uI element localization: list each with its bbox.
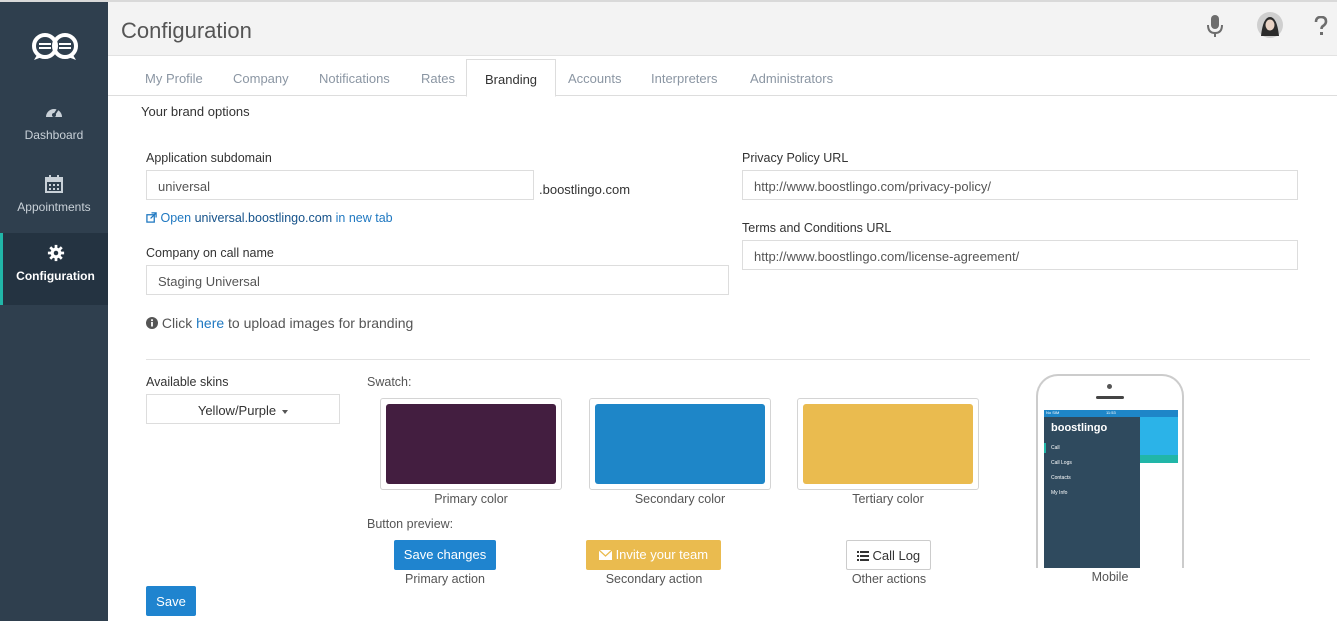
sidebar: Dashboard Appointments Configuration — [0, 2, 108, 621]
sidebar-item-label: Configuration — [16, 269, 95, 283]
tab-rates[interactable]: Rates — [421, 71, 455, 86]
phone-menu-item: Contacts — [1051, 475, 1071, 481]
phone-carrier: No SIM — [1046, 410, 1060, 415]
secondary-preview-button[interactable]: Invite your team — [586, 540, 721, 570]
info-icon — [146, 317, 158, 329]
tab-notifications[interactable]: Notifications — [319, 71, 390, 86]
tab-accounts[interactable]: Accounts — [568, 71, 621, 86]
other-actions-caption: Other actions — [851, 572, 927, 586]
sidebar-item-appointments[interactable]: Appointments — [0, 164, 108, 236]
subdomain-suffix: .boostlingo.com — [539, 182, 631, 197]
phone-menu-drawer: boostlingo Call Call Logs Contacts My In… — [1044, 417, 1140, 568]
calendar-icon — [45, 175, 63, 193]
secondary-preview-label: Invite your team — [615, 547, 709, 562]
open-link-domain[interactable]: universal.boostlingo.com — [195, 211, 333, 225]
phone-menu-item: Call Logs — [1051, 460, 1072, 466]
terms-url-label: Terms and Conditions URL — [742, 221, 892, 235]
secondary-action-caption: Secondary action — [605, 572, 703, 586]
boostlingo-logo — [32, 33, 78, 60]
secondary-color-swatch[interactable] — [589, 398, 771, 490]
primary-action-caption: Primary action — [405, 572, 485, 586]
tab-branding[interactable]: Branding — [466, 59, 557, 97]
phone-menu-item: Call — [1051, 445, 1060, 451]
list-icon — [856, 551, 869, 561]
caret-down-icon — [282, 409, 289, 414]
swatch-fill — [386, 404, 556, 484]
subdomain-input[interactable]: universal — [146, 170, 534, 200]
envelope-icon — [598, 549, 613, 560]
secondary-color-caption: Secondary color — [634, 492, 726, 506]
header: Configuration — [108, 2, 1337, 56]
upload-here-link[interactable]: here — [196, 315, 224, 331]
skin-dropdown[interactable]: Yellow/Purple — [146, 394, 340, 424]
page-title: Configuration — [121, 18, 252, 43]
tab-my-profile[interactable]: My Profile — [145, 71, 203, 86]
open-prefix: Open — [160, 211, 192, 225]
tertiary-color-caption: Tertiary color — [852, 492, 924, 506]
divider — [146, 359, 1310, 360]
phone-app-header — [1140, 417, 1178, 455]
section-title: Your brand options — [141, 104, 250, 119]
phone-screen: No SIM 11:53 boostlingo Call Call Logs C… — [1044, 410, 1178, 568]
phone-menu-item: My Info — [1051, 490, 1068, 496]
tab-administrators[interactable]: Administrators — [750, 71, 833, 86]
tab-company[interactable]: Company — [233, 71, 289, 86]
primary-color-swatch[interactable] — [380, 398, 562, 490]
primary-color-caption: Primary color — [434, 492, 508, 506]
help-icon[interactable] — [1314, 16, 1328, 36]
swatch-label: Swatch: — [367, 375, 412, 389]
button-preview-label: Button preview: — [367, 517, 454, 531]
sidebar-item-label: Appointments — [17, 200, 91, 214]
upload-prefix: Click — [161, 315, 193, 331]
privacy-url-label: Privacy Policy URL — [742, 151, 849, 165]
tab-interpreters[interactable]: Interpreters — [651, 71, 717, 86]
upload-images-hint: Click here to upload images for branding — [146, 315, 413, 331]
phone-time: 11:53 — [1106, 410, 1116, 415]
other-preview-button[interactable]: Call Log — [846, 540, 931, 570]
sidebar-item-configuration[interactable]: Configuration — [0, 233, 108, 305]
open-subdomain-link[interactable]: Open universal.boostlingo.com in new tab — [146, 211, 393, 225]
phone-brand: boostlingo — [1051, 422, 1108, 434]
privacy-url-input[interactable]: http://www.boostlingo.com/privacy-policy… — [742, 170, 1298, 200]
upload-suffix: to upload images for branding — [228, 315, 414, 331]
phone-speaker — [1096, 396, 1124, 399]
mobile-caption: Mobile — [1091, 570, 1129, 584]
company-name-label: Company on call name — [146, 246, 274, 260]
external-link-icon — [146, 212, 157, 223]
tab-bar: My Profile Company Notifications Rates B… — [108, 56, 1337, 97]
open-suffix: in new tab — [335, 211, 393, 225]
gear-icon — [47, 244, 64, 262]
tertiary-color-swatch[interactable] — [797, 398, 979, 490]
sidebar-item-label: Dashboard — [24, 128, 84, 142]
swatch-fill — [803, 404, 973, 484]
swatch-fill — [595, 404, 765, 484]
skin-selected: Yellow/Purple — [197, 403, 277, 418]
save-button[interactable]: Save — [146, 586, 196, 616]
mobile-preview: No SIM 11:53 boostlingo Call Call Logs C… — [1036, 374, 1184, 568]
dashboard-icon — [46, 108, 62, 117]
subdomain-label: Application subdomain — [146, 151, 272, 165]
primary-preview-button[interactable]: Save changes — [394, 540, 496, 570]
phone-menu-active-marker — [1044, 443, 1046, 453]
terms-url-input[interactable]: http://www.boostlingo.com/license-agreem… — [742, 240, 1298, 270]
skins-label: Available skins — [146, 375, 229, 389]
phone-camera — [1107, 384, 1112, 389]
phone-status-bar: No SIM 11:53 — [1044, 410, 1178, 417]
phone-app-bar — [1140, 455, 1178, 463]
avatar[interactable] — [1257, 12, 1283, 38]
sidebar-item-dashboard[interactable]: Dashboard — [0, 92, 108, 164]
other-preview-label: Call Log — [872, 548, 921, 563]
microphone-icon[interactable] — [1206, 14, 1224, 38]
company-name-input[interactable]: Staging Universal — [146, 265, 729, 295]
